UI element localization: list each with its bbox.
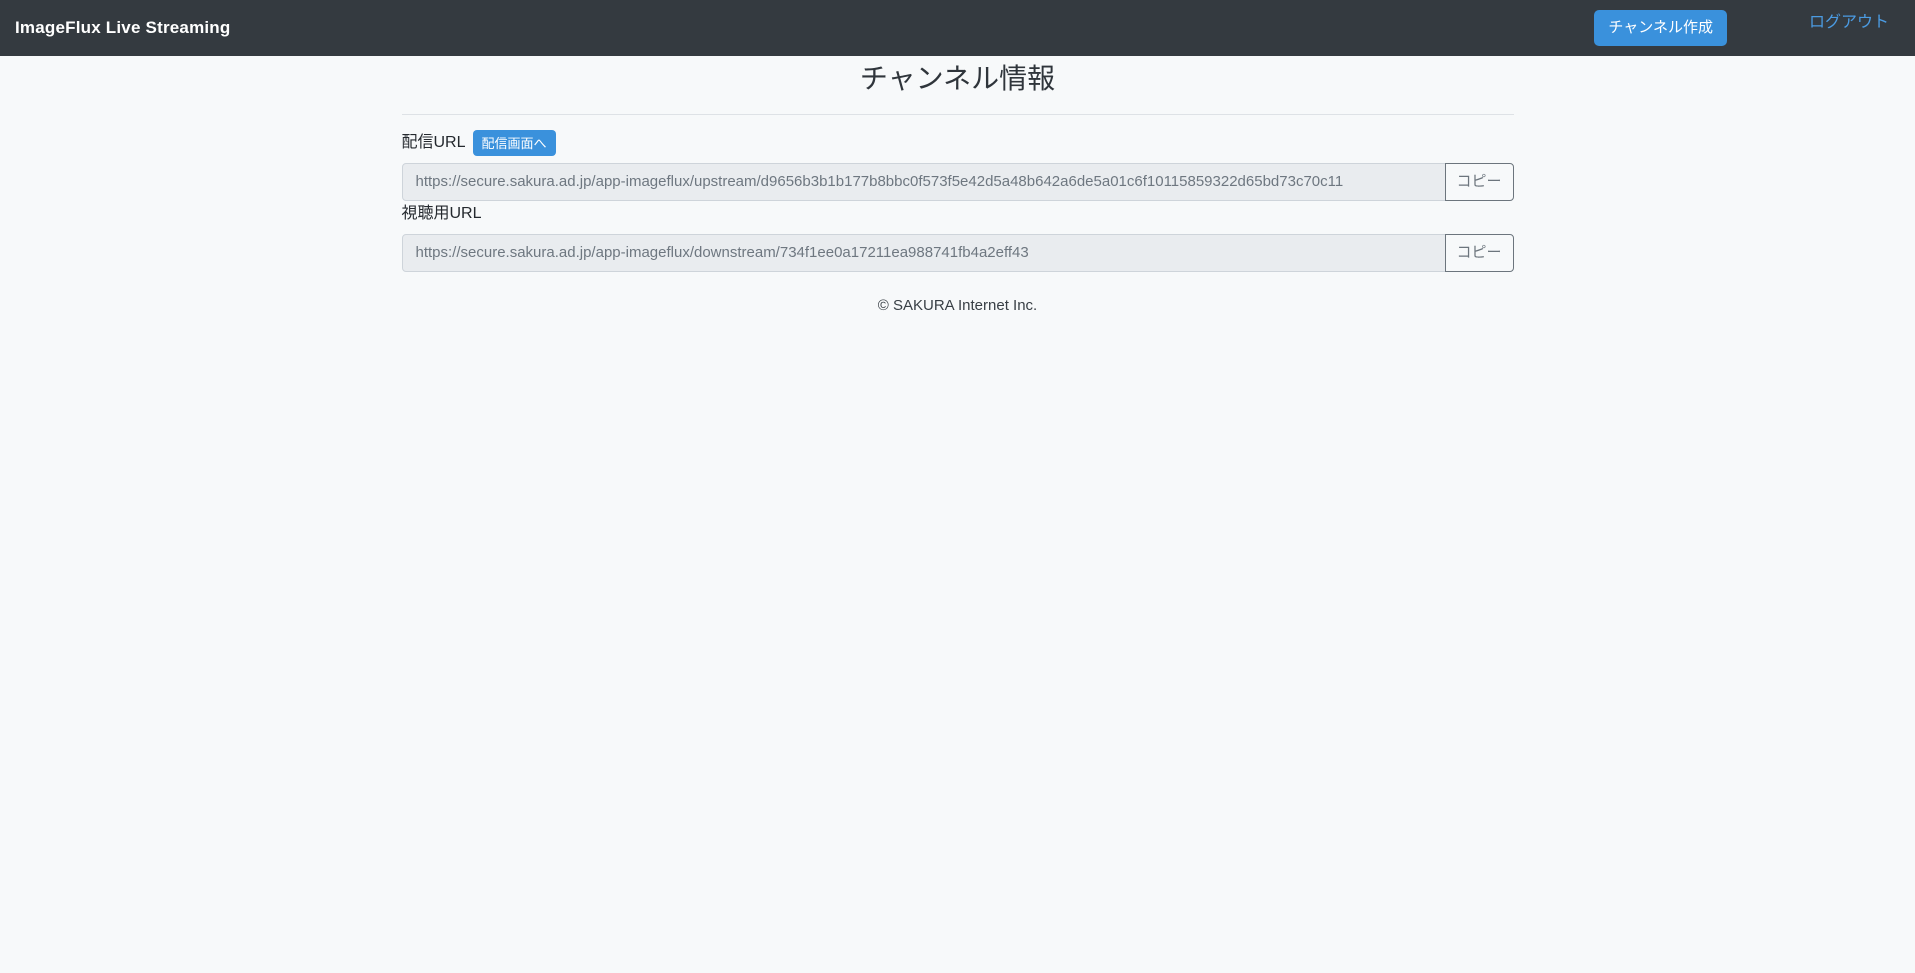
copyright-text: © SAKURA Internet Inc. [402,297,1514,314]
broadcast-url-group: コピー [402,163,1514,201]
copy-viewing-url-button[interactable]: コピー [1445,234,1514,272]
broadcast-url-label-row: 配信URL 配信画面へ [402,130,1514,156]
page-title: チャンネル情報 [402,62,1514,96]
app-brand[interactable]: ImageFlux Live Streaming [15,18,230,38]
copy-broadcast-url-button[interactable]: コピー [1445,163,1514,201]
viewing-url-group: コピー [402,234,1514,272]
channel-info-panel: チャンネル情報 配信URL 配信画面へ コピー 視聴用URL コピー © SAK… [402,62,1514,314]
broadcast-screen-link[interactable]: 配信画面へ [473,130,556,156]
title-divider [402,114,1514,115]
navbar: ImageFlux Live Streaming チャンネル作成 ログアウト [0,0,1915,56]
broadcast-url-input[interactable] [402,163,1446,201]
logout-link[interactable]: ログアウト [1809,8,1889,32]
viewing-url-label: 視聴用URL [402,204,1514,223]
navbar-actions: チャンネル作成 ログアウト [1594,10,1889,46]
viewing-url-input[interactable] [402,234,1446,272]
create-channel-button[interactable]: チャンネル作成 [1594,10,1727,46]
broadcast-url-label: 配信URL [402,133,466,152]
